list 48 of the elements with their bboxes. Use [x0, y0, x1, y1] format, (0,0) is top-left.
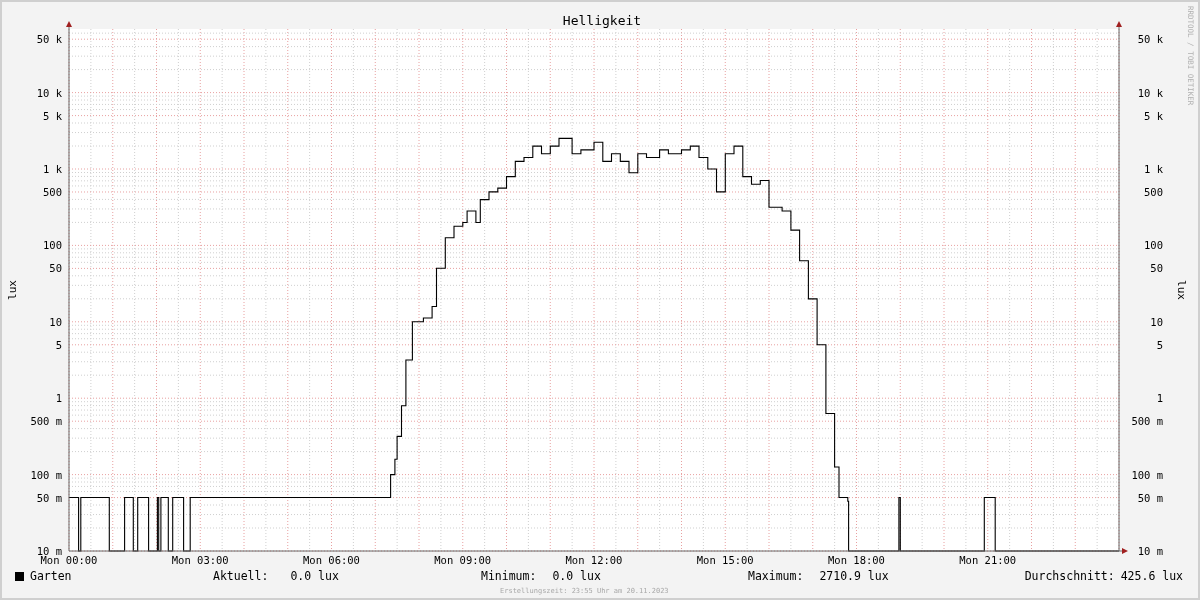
- axis-label: 100 m: [30, 468, 62, 481]
- axis-label: Mon 06:00: [303, 554, 360, 566]
- axis-label: Mon 12:00: [565, 554, 623, 566]
- legend-label: Garten: [30, 569, 72, 583]
- axis-label: Mon 15:00: [696, 554, 754, 566]
- axis-label: 5 k: [1144, 109, 1163, 122]
- stat-label: Durchschnitt:: [1024, 569, 1115, 583]
- axis-label: Mon 00:00: [40, 554, 98, 566]
- axis-label: 50 m: [1137, 491, 1163, 504]
- axis-label: 50 m: [36, 491, 62, 504]
- axis-label: 5 k: [43, 109, 62, 122]
- axis-label: 1: [55, 392, 62, 405]
- axis-label: 10: [1150, 315, 1163, 328]
- axis-label: 500 m: [1131, 415, 1163, 428]
- axis-title: lux: [1175, 280, 1188, 300]
- stat-label: Maximum:: [748, 569, 804, 583]
- axis-label: 10 k: [36, 86, 62, 99]
- axis-label: 5: [55, 338, 62, 351]
- stat-label: Minimum:: [481, 569, 537, 583]
- stat-value: 425.6 lux: [1120, 569, 1183, 583]
- axis-label: 500: [43, 186, 62, 198]
- axis-label: Mon 09:00: [434, 554, 492, 566]
- axis-label: 50: [49, 262, 62, 275]
- axis-label: 10 k: [1137, 86, 1163, 99]
- stat-value: 0.0 lux: [552, 569, 601, 583]
- axis-label: 10: [49, 315, 62, 328]
- chart-title: Helligkeit: [562, 13, 642, 28]
- axis-label: 10 m: [1137, 545, 1163, 557]
- axis-label: 1 k: [1144, 163, 1163, 175]
- axis-label: Mon 21:00: [959, 554, 1017, 566]
- axis-label: 1 k: [43, 163, 62, 175]
- axis-label: 50 k: [1137, 33, 1163, 46]
- stat-label: Aktuell:: [213, 569, 269, 583]
- axis-label: 50: [1150, 262, 1163, 275]
- axis-label: 5: [1156, 338, 1163, 351]
- axis-label: 500 m: [30, 415, 62, 428]
- axis-label: 10 m: [36, 545, 62, 557]
- stat-value: 0.0 lux: [290, 569, 339, 583]
- axis-label: 50 k: [36, 33, 62, 46]
- axis-label: 1: [1156, 392, 1163, 405]
- axis-label: 500: [1144, 186, 1163, 198]
- axis-label: 100 m: [1131, 468, 1163, 481]
- axis-label: Mon 03:00: [171, 554, 229, 566]
- stat-value: 2710.9 lux: [819, 569, 889, 583]
- axis-label: 100: [43, 239, 62, 252]
- axis-label: Mon 18:00: [828, 554, 885, 566]
- axis-title: lux: [6, 280, 19, 300]
- axis-label: 100: [1144, 239, 1163, 252]
